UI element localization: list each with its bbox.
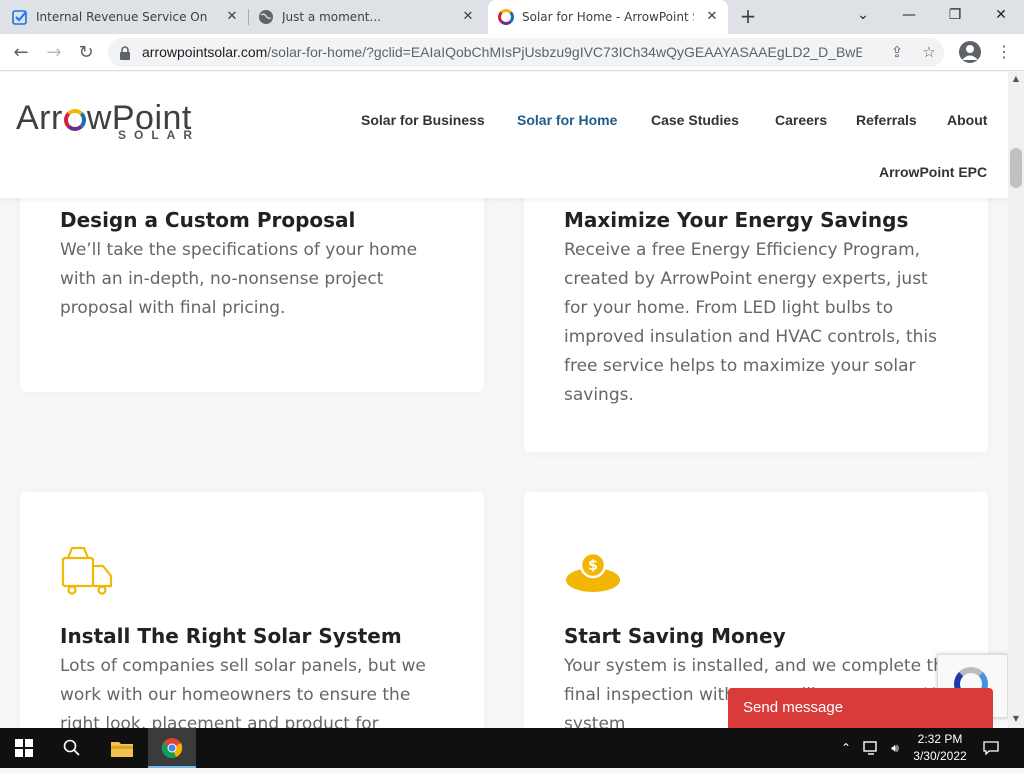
nav-referrals[interactable]: Referrals: [856, 112, 917, 128]
lock-icon: [120, 45, 130, 60]
send-message-button[interactable]: Send message: [728, 688, 993, 728]
money-savings-icon: $: [564, 550, 622, 598]
network-icon[interactable]: [860, 728, 882, 768]
volume-icon[interactable]: 🔊︎: [884, 728, 906, 768]
tab-solar-for-home[interactable]: Solar for Home - ArrowPoint Sola ✕: [488, 0, 728, 34]
url-text: arrowpointsolar.com/solar-for-home/?gcli…: [142, 44, 862, 60]
card-install-system: Install The Right Solar System Lots of c…: [20, 492, 484, 728]
chevron-up-icon[interactable]: ⌃: [836, 728, 856, 768]
card-title: Maximize Your Energy Savings: [564, 208, 909, 232]
address-bar[interactable]: arrowpointsolar.com/solar-for-home/?gcli…: [108, 38, 944, 67]
site-header: Arr wPoint SOLAR Solar for Business Solar…: [0, 72, 1008, 198]
tab-search-button[interactable]: ⌄: [840, 0, 886, 30]
clock-time: 2:32 PM: [917, 732, 963, 746]
logo-subtitle: SOLAR: [118, 128, 200, 142]
card-title: Design a Custom Proposal: [60, 208, 356, 232]
svg-text:$: $: [588, 558, 598, 574]
search-icon[interactable]: [48, 728, 96, 768]
minimize-button[interactable]: —: [886, 0, 932, 30]
kebab-menu-icon[interactable]: ⋮: [996, 42, 1012, 62]
notification-icon[interactable]: [980, 728, 1002, 768]
tab-irs[interactable]: Internal Revenue Service Online T ✕: [12, 0, 248, 34]
nav-solar-for-business[interactable]: Solar for Business: [361, 112, 485, 128]
scroll-up-icon[interactable]: ▲: [1008, 72, 1024, 86]
browser-toolbar: ← → ↻ arrowpointsolar.com/solar-for-home…: [0, 34, 1024, 71]
chrome-icon[interactable]: [148, 728, 196, 768]
windows-start-icon[interactable]: [0, 728, 48, 768]
tab-divider: [248, 9, 249, 25]
new-tab-button[interactable]: +: [738, 6, 758, 26]
scroll-thumb[interactable]: [1010, 148, 1022, 188]
page-viewport: Arr wPoint SOLAR Solar for Business Solar…: [0, 72, 1008, 728]
nav-solar-for-home[interactable]: Solar for Home: [517, 112, 617, 128]
tab-label: Internal Revenue Service Online T: [36, 10, 208, 24]
card-body: We’ll take the specifications of your ho…: [60, 240, 418, 318]
nav-case-studies[interactable]: Case Studies: [651, 112, 739, 128]
tab-label: Solar for Home - ArrowPoint Sola: [522, 10, 694, 24]
windows-taskbar: ⌃ 🔊︎ 2:32 PM 3/30/2022: [0, 728, 1024, 768]
logo-text-start: Arr: [16, 99, 63, 137]
card-body: Receive a free Energy Efficiency Program…: [564, 240, 937, 405]
forward-icon[interactable]: →: [42, 41, 66, 65]
nav-careers[interactable]: Careers: [775, 112, 827, 128]
tab-label: Just a moment...: [282, 10, 381, 24]
nav-about[interactable]: About: [947, 112, 987, 128]
ring-icon: [498, 9, 514, 25]
close-icon[interactable]: ✕: [460, 9, 476, 25]
delivery-truck-icon: [60, 544, 114, 600]
logo-ring-icon: [63, 109, 86, 131]
share-icon[interactable]: ⇪: [888, 43, 906, 61]
close-icon[interactable]: ✕: [224, 9, 240, 25]
clock-date: 3/30/2022: [913, 749, 967, 763]
tab-just-a-moment[interactable]: Just a moment... ✕: [258, 0, 484, 34]
star-icon[interactable]: ☆: [920, 43, 938, 61]
card-body: Lots of companies sell solar panels, but…: [60, 656, 426, 728]
nav-arrowpoint-epc[interactable]: ArrowPoint EPC: [879, 164, 987, 180]
close-window-button[interactable]: ✕: [978, 0, 1024, 30]
reload-icon[interactable]: ↻: [74, 41, 98, 65]
card-title: Install The Right Solar System: [60, 624, 402, 648]
url-path: /solar-for-home/?gclid=EAIaIQobChMIsPjUs…: [267, 44, 862, 60]
file-explorer-icon[interactable]: [98, 728, 146, 768]
url-host: arrowpointsolar.com: [142, 44, 268, 60]
browser-tab-strip: Internal Revenue Service Online T ✕ Just…: [0, 0, 1024, 34]
profile-avatar-icon[interactable]: [959, 41, 981, 63]
back-icon[interactable]: ←: [9, 41, 33, 65]
checkbox-icon: [12, 9, 28, 25]
close-icon[interactable]: ✕: [704, 9, 720, 25]
arrowpoint-logo[interactable]: Arr wPoint SOLAR: [16, 99, 192, 142]
scroll-down-icon[interactable]: ▼: [1008, 712, 1024, 726]
restore-button[interactable]: ❐: [932, 0, 978, 30]
system-clock[interactable]: 2:32 PM 3/30/2022: [905, 731, 975, 765]
card-title: Start Saving Money: [564, 624, 786, 648]
globe-icon: [258, 9, 274, 25]
page-scrollbar[interactable]: ▲ ▼: [1008, 72, 1024, 728]
